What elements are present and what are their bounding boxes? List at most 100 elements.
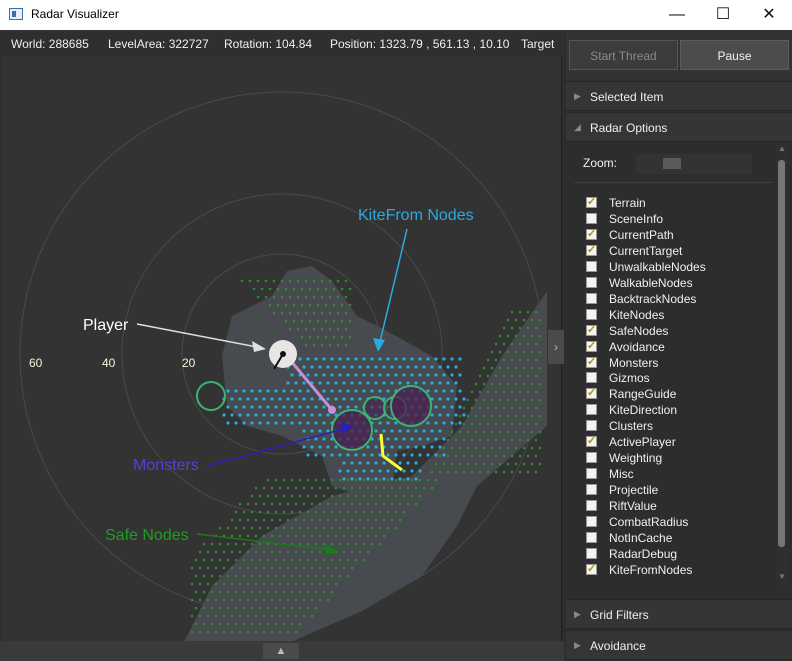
option-label: RiftValue	[609, 499, 657, 514]
zoom-slider-thumb[interactable]	[663, 158, 681, 169]
option-sceneinfo[interactable]: SceneInfo	[584, 211, 764, 227]
kite-node	[346, 357, 350, 361]
option-currenttarget[interactable]: CurrentTarget	[584, 243, 764, 259]
option-combatradius[interactable]: CombatRadius	[584, 514, 764, 530]
grid-filters-section[interactable]: ▶ Grid Filters	[566, 599, 792, 629]
safe-node	[320, 279, 324, 283]
safe-node	[270, 582, 274, 586]
safe-node	[354, 526, 358, 530]
safe-node	[518, 390, 522, 394]
option-safenodes[interactable]: SafeNodes	[584, 323, 764, 339]
zoom-label: Zoom:	[583, 156, 618, 170]
checkbox[interactable]	[586, 484, 597, 496]
option-backtracknodes[interactable]: BacktrackNodes	[584, 291, 764, 307]
kite-node	[434, 357, 438, 361]
scroll-down-icon[interactable]: ▼	[778, 572, 786, 581]
kite-node	[434, 373, 438, 377]
safe-node	[190, 630, 194, 634]
checkbox[interactable]	[586, 323, 597, 336]
avoidance-section[interactable]: ▶ Avoidance	[566, 630, 792, 660]
checkbox[interactable]	[586, 292, 597, 304]
safe-node	[514, 446, 518, 450]
pause-button[interactable]: Pause	[680, 40, 789, 70]
option-kitenodes[interactable]: KiteNodes	[584, 307, 764, 323]
option-rangeguide[interactable]: RangeGuide	[584, 386, 764, 402]
option-projectile[interactable]: Projectile	[584, 482, 764, 498]
minimize-button[interactable]: —	[654, 0, 700, 30]
monster-marker	[196, 381, 226, 411]
target-readout: Target	[521, 37, 555, 51]
option-terrain[interactable]: Terrain	[584, 195, 764, 211]
safe-node	[510, 310, 514, 314]
option-clusters[interactable]: Clusters	[584, 418, 764, 434]
safe-node	[446, 438, 450, 442]
checkbox[interactable]	[586, 227, 597, 240]
option-avoidance[interactable]: Avoidance	[584, 339, 764, 355]
checkbox[interactable]	[586, 386, 597, 400]
scrollbar-thumb[interactable]	[778, 160, 785, 547]
checkbox[interactable]	[586, 339, 597, 352]
checkbox[interactable]	[586, 276, 597, 288]
checkbox[interactable]	[586, 531, 597, 543]
safe-node	[300, 335, 304, 339]
option-activeplayer[interactable]: ActivePlayer	[584, 434, 764, 450]
maximize-button[interactable]: ☐	[700, 0, 746, 30]
safe-node	[486, 438, 490, 442]
option-kitedirection[interactable]: KiteDirection	[584, 402, 764, 418]
safe-node	[394, 526, 398, 530]
options-scrollbar[interactable]: ▲ ▼	[776, 144, 788, 586]
safe-node	[502, 406, 506, 410]
collapse-panel-button[interactable]: ›	[548, 330, 564, 364]
checkbox[interactable]	[586, 562, 597, 575]
kite-node	[334, 381, 338, 385]
checkbox[interactable]	[586, 308, 597, 320]
option-riftvalue[interactable]: RiftValue	[584, 498, 764, 514]
safe-node	[246, 614, 250, 618]
safe-node	[206, 614, 210, 618]
option-monsters[interactable]: Monsters	[584, 355, 764, 371]
checkbox[interactable]	[586, 260, 597, 272]
safe-node	[238, 502, 242, 506]
checkbox[interactable]	[586, 452, 597, 464]
safe-node	[294, 534, 298, 538]
checkbox[interactable]	[586, 468, 597, 480]
option-currentpath[interactable]: CurrentPath	[584, 227, 764, 243]
safe-node	[526, 358, 530, 362]
radar-options-section[interactable]: ◢ Radar Options	[566, 112, 792, 142]
expand-up-button[interactable]: ▲	[263, 643, 299, 659]
safe-node	[336, 295, 340, 299]
checkbox[interactable]	[586, 212, 597, 224]
kite-node	[262, 397, 266, 401]
checkbox[interactable]	[586, 420, 597, 432]
safe-node	[250, 558, 254, 562]
close-button[interactable]: ✕	[746, 0, 792, 30]
option-misc[interactable]: Misc	[584, 466, 764, 482]
checkbox[interactable]	[586, 434, 597, 448]
kite-node	[438, 381, 442, 385]
safe-node	[298, 478, 302, 482]
safe-node	[494, 454, 498, 458]
checkbox[interactable]	[586, 243, 597, 256]
scroll-up-icon[interactable]: ▲	[778, 144, 786, 153]
option-weighting[interactable]: Weighting	[584, 450, 764, 466]
checkbox[interactable]	[586, 355, 597, 368]
checkbox[interactable]	[586, 547, 597, 559]
checkbox[interactable]	[586, 372, 597, 384]
radar-canvas[interactable]: 60 40 20 Player KiteFrom Nodes Monsters …	[2, 56, 562, 641]
ring-label-60: 60	[29, 356, 43, 370]
option-notincache[interactable]: NotInCache	[584, 530, 764, 546]
start-thread-button[interactable]: Start Thread	[569, 40, 678, 70]
option-unwalkablenodes[interactable]: UnwalkableNodes	[584, 259, 764, 275]
checkbox[interactable]	[586, 195, 597, 208]
kite-node	[394, 453, 398, 457]
checkbox[interactable]	[586, 516, 597, 527]
option-walkablenodes[interactable]: WalkableNodes	[584, 275, 764, 291]
safe-node	[344, 343, 348, 347]
checkbox[interactable]	[586, 404, 597, 416]
zoom-slider[interactable]	[636, 154, 752, 174]
checkbox[interactable]	[586, 500, 597, 512]
option-kitefromnodes[interactable]: KiteFromNodes	[584, 562, 764, 578]
option-gizmos[interactable]: Gizmos	[584, 370, 764, 386]
option-radardebug[interactable]: RadarDebug	[584, 546, 764, 562]
selected-item-section[interactable]: ▶ Selected Item	[566, 81, 792, 111]
